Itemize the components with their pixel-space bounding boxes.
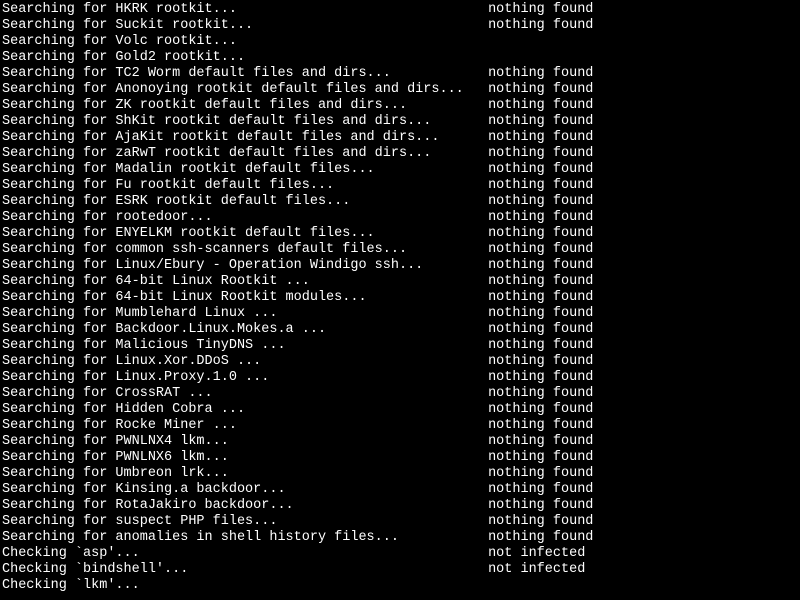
scan-line: Searching for Gold2 rootkit...: [2, 50, 798, 66]
scan-line: Searching for Linux/Ebury - Operation Wi…: [2, 258, 798, 274]
scan-line: Searching for zaRwT rootkit default file…: [2, 146, 798, 162]
scan-line: Searching for CrossRAT ... nothing found: [2, 386, 798, 402]
scan-line: Searching for RotaJakiro backdoor... not…: [2, 498, 798, 514]
scan-line: Searching for Linux.Proxy.1.0 ... nothin…: [2, 370, 798, 386]
scan-line: Searching for ENYELKM rootkit default fi…: [2, 226, 798, 242]
scan-line: Searching for Backdoor.Linux.Mokes.a ...…: [2, 322, 798, 338]
scan-line: Searching for AjaKit rootkit default fil…: [2, 130, 798, 146]
scan-line: Searching for common ssh-scanners defaul…: [2, 242, 798, 258]
scan-line: Searching for Mumblehard Linux ... nothi…: [2, 306, 798, 322]
scan-line: Searching for Volc rootkit...: [2, 34, 798, 50]
check-line: Checking `lkm'...: [2, 578, 798, 594]
scan-line: Searching for Anonoying rootkit default …: [2, 82, 798, 98]
scan-line: Searching for ZK rootkit default files a…: [2, 98, 798, 114]
scan-line: Searching for Umbreon lrk... nothing fou…: [2, 466, 798, 482]
scan-line: Searching for Suckit rootkit... nothing …: [2, 18, 798, 34]
scan-line: Searching for anomalies in shell history…: [2, 530, 798, 546]
scan-line: Searching for HKRK rootkit... nothing fo…: [2, 2, 798, 18]
scan-line: Searching for 64-bit Linux Rootkit modul…: [2, 290, 798, 306]
scan-line: Searching for PWNLNX6 lkm... nothing fou…: [2, 450, 798, 466]
scan-line: Searching for Kinsing.a backdoor... noth…: [2, 482, 798, 498]
scan-line: Searching for TC2 Worm default files and…: [2, 66, 798, 82]
scan-line: Searching for 64-bit Linux Rootkit ... n…: [2, 274, 798, 290]
scan-line: Searching for ESRK rootkit default files…: [2, 194, 798, 210]
scan-line: Searching for rootedoor... nothing found: [2, 210, 798, 226]
terminal-output: Searching for HKRK rootkit... nothing fo…: [2, 2, 798, 594]
scan-line: Searching for Malicious TinyDNS ... noth…: [2, 338, 798, 354]
scan-line: Searching for Madalin rootkit default fi…: [2, 162, 798, 178]
scan-line: Searching for ShKit rootkit default file…: [2, 114, 798, 130]
check-line: Checking `bindshell'... not infected: [2, 562, 798, 578]
scan-line: Searching for Rocke Miner ... nothing fo…: [2, 418, 798, 434]
check-line: Checking `asp'... not infected: [2, 546, 798, 562]
scan-line: Searching for suspect PHP files... nothi…: [2, 514, 798, 530]
scan-line: Searching for PWNLNX4 lkm... nothing fou…: [2, 434, 798, 450]
scan-line: Searching for Hidden Cobra ... nothing f…: [2, 402, 798, 418]
scan-line: Searching for Fu rootkit default files..…: [2, 178, 798, 194]
scan-line: Searching for Linux.Xor.DDoS ... nothing…: [2, 354, 798, 370]
